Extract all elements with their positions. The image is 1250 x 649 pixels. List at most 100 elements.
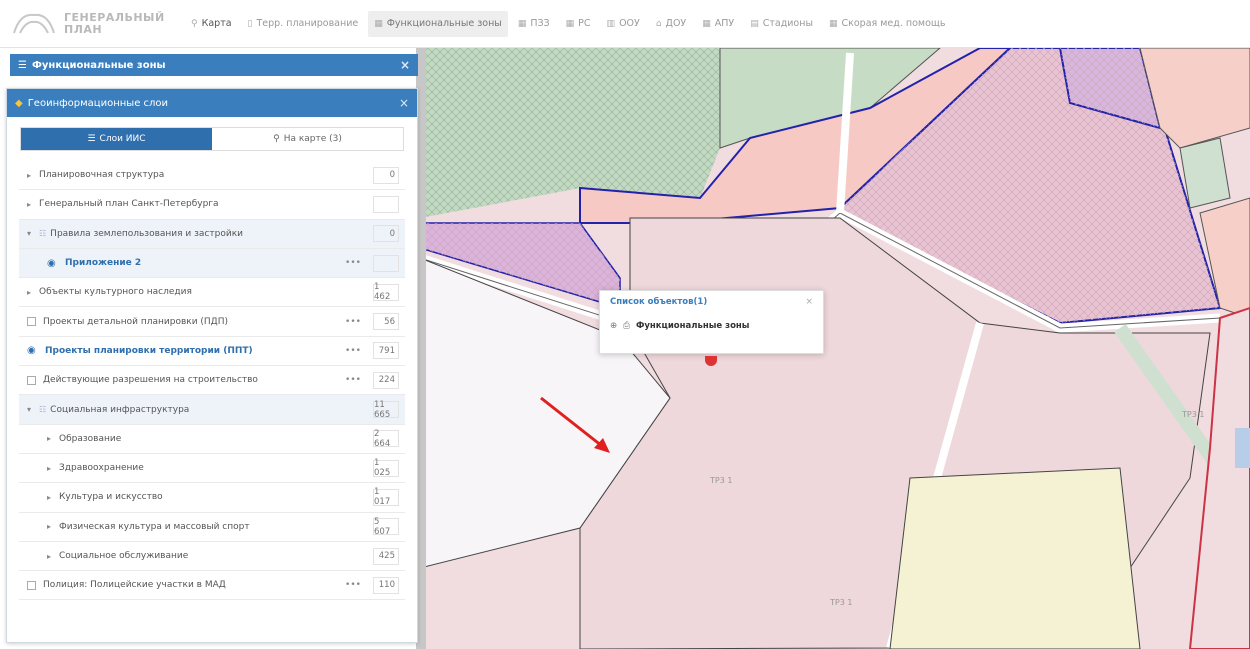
chevron-right-icon[interactable]: ▸	[47, 493, 59, 502]
close-icon[interactable]: ×	[805, 297, 813, 307]
more-icon[interactable]: •••	[333, 346, 373, 356]
grid-icon: ▦	[517, 18, 527, 29]
chevron-down-icon[interactable]: ▾	[27, 229, 39, 238]
layer-row[interactable]: ▾ ☷ Правила землепользования и застройки 0	[19, 219, 405, 249]
chevron-down-icon[interactable]: ▾	[27, 405, 39, 414]
zone-label: ТР3 1	[830, 598, 853, 607]
close-icon[interactable]: ×	[400, 58, 410, 72]
layer-tabs: ☰ Слои ИИС ⚲ На карте (3)	[20, 127, 404, 151]
layer-row[interactable]: ▸ Культура и искусство 1 017	[19, 483, 405, 513]
nav-item[interactable]: ▦ РС	[560, 11, 597, 37]
school-icon: ⌂	[655, 18, 662, 29]
more-icon[interactable]: •••	[333, 375, 373, 385]
popup-item[interactable]: ⊕ ⎙ Функциональные зоны	[600, 313, 823, 339]
layer-count-badge: 110	[373, 576, 399, 594]
layer-row[interactable]: ▸ Генеральный план Санкт-Петербурга	[19, 190, 405, 220]
geo-layers-panel: ◆ Геоинформационные слои × ☰ Слои ИИС ⚲ На…	[6, 88, 418, 643]
chevron-right-icon[interactable]: ▸	[47, 464, 59, 473]
nav-item[interactable]: ▯ Терр. планирование	[242, 11, 365, 37]
layer-row[interactable]: ▸ Объекты культурного наследия 1 462	[19, 278, 405, 308]
nav-item[interactable]: ▦ Скорая мед. помощь	[823, 11, 951, 37]
layer-row[interactable]: ▸ Физическая культура и массовый спорт 5 6…	[19, 513, 405, 542]
layer-count-badge: 11 665	[373, 400, 399, 420]
chevron-right-icon[interactable]: ▸	[27, 200, 39, 209]
crosshair-icon[interactable]: ⊕	[610, 321, 617, 331]
nav-item-label: Карта	[201, 18, 232, 29]
layer-count-badge: 0	[373, 225, 399, 243]
layer-row[interactable]: ▾ ☷ Социальная инфраструктура 11 665	[19, 395, 405, 425]
close-icon[interactable]: ×	[399, 96, 409, 110]
more-icon[interactable]: •••	[333, 580, 373, 590]
layer-row[interactable]: ◉ Приложение 2 •••	[19, 248, 405, 279]
nav-item[interactable]: ▤ Стадионы	[744, 11, 819, 37]
doc-icon: ▯	[247, 18, 253, 29]
chevron-right-icon[interactable]: ▸	[27, 288, 39, 297]
nav-item[interactable]: ⚲ Карта	[185, 11, 238, 37]
geo-layers-title: Геоинформационные слои	[27, 97, 169, 109]
checkbox[interactable]	[27, 580, 36, 590]
more-icon[interactable]: •••	[333, 317, 373, 327]
grid-icon: ▦	[374, 18, 383, 29]
layer-label: Социальное обслуживание	[59, 551, 189, 561]
layer-count-badge: 56	[373, 313, 399, 331]
layer-count-badge: 1 025	[373, 458, 399, 478]
objects-popup: Список объектов(1) × ⊕ ⎙ Функциональные …	[599, 290, 824, 354]
func-zones-panel-header[interactable]: ☰ Функциональные зоны ×	[10, 54, 418, 76]
logo-line1: ГЕНЕРАЛЬНЫЙ	[64, 10, 165, 24]
nav-item-label: АПУ	[714, 18, 735, 29]
layer-count-badge: 5 607	[373, 517, 399, 537]
layer-row[interactable]: ▸ Социальное обслуживание 425	[19, 542, 405, 572]
eye-icon[interactable]: ◉	[47, 258, 61, 269]
tab-on-map[interactable]: ⚲ На карте (3)	[212, 128, 403, 150]
sublayers-icon: ☷	[39, 405, 47, 415]
checkbox[interactable]	[27, 375, 36, 385]
tab-layers-iis[interactable]: ☰ Слои ИИС	[21, 128, 212, 150]
geo-layers-header[interactable]: ◆ Геоинформационные слои ×	[7, 89, 417, 117]
layer-label: Образование	[59, 433, 122, 444]
more-icon[interactable]: •••	[333, 258, 373, 268]
nav-item[interactable]: ▦ ПЗЗ	[512, 11, 556, 37]
checkbox[interactable]	[27, 317, 36, 327]
calendar-icon: ▤	[750, 18, 759, 29]
layer-label: Действующие разрешения на строительство	[43, 375, 258, 386]
layer-row[interactable]: Проекты детальной планировки (ПДП) ••• 56	[19, 307, 405, 337]
layer-row[interactable]: Действующие разрешения на строительство •…	[19, 366, 405, 396]
layer-row[interactable]: ▸ Образование 2 664	[19, 425, 405, 454]
nav-item[interactable]: ▦ АПУ	[696, 11, 740, 37]
layer-label: Здравоохранение	[59, 463, 144, 474]
map-svg[interactable]	[420, 48, 1250, 649]
building-icon: ▥	[606, 18, 616, 29]
nav-item-label: РС	[578, 18, 591, 29]
layer-count-badge: 0	[373, 166, 399, 184]
grid-icon: ▦	[565, 18, 575, 29]
zone-blue-small[interactable]	[1235, 428, 1250, 468]
layer-label: Социальная инфраструктура	[50, 404, 190, 415]
map-canvas[interactable]: ТР3 1 ТР3 1 ТР3 1	[420, 48, 1250, 649]
layer-row[interactable]: ▸ Здравоохранение 1 025	[19, 454, 405, 484]
layer-row[interactable]: ◉ Проекты планировки территории (ППТ) ••• 7…	[19, 337, 405, 367]
zone-label: ТР3 1	[710, 476, 733, 485]
main-nav: ⚲ Карта ▯ Терр. планирование ▦ Функциональные…	[185, 0, 955, 48]
print-icon[interactable]: ⎙	[623, 321, 630, 331]
layer-row[interactable]: Полиция: Полицейские участки в МАД ••• 110	[19, 571, 405, 601]
layer-count-badge	[373, 195, 399, 213]
layer-count-badge: 224	[373, 371, 399, 389]
chevron-right-icon[interactable]: ▸	[47, 552, 59, 561]
logo[interactable]: ГЕНЕРАЛЬНЫЙ ПЛАН	[0, 0, 185, 48]
eye-icon[interactable]: ◉	[27, 345, 41, 356]
nav-item[interactable]: ▦ Функциональные зоны	[368, 10, 508, 37]
chevron-right-icon[interactable]: ▸	[47, 522, 59, 531]
layer-label: Приложение 2	[65, 258, 142, 269]
chevron-right-icon[interactable]: ▸	[47, 434, 59, 443]
layer-label: Правила землепользования и застройки	[50, 228, 243, 239]
nav-item[interactable]: ▥ ООУ	[601, 11, 646, 37]
grid-icon: ▦	[828, 18, 838, 29]
popup-item-label: Функциональные зоны	[635, 321, 750, 331]
zone-yellow[interactable]	[889, 467, 1141, 649]
chevron-right-icon[interactable]: ▸	[27, 171, 39, 180]
layer-row[interactable]: ▸ Планировочная структура 0	[19, 161, 405, 191]
nav-item[interactable]: ⌂ ДОУ	[650, 11, 692, 37]
layer-count-badge: 425	[373, 547, 399, 565]
pin-icon: ⚲	[191, 18, 198, 29]
pin-icon: ⚲	[273, 134, 280, 144]
